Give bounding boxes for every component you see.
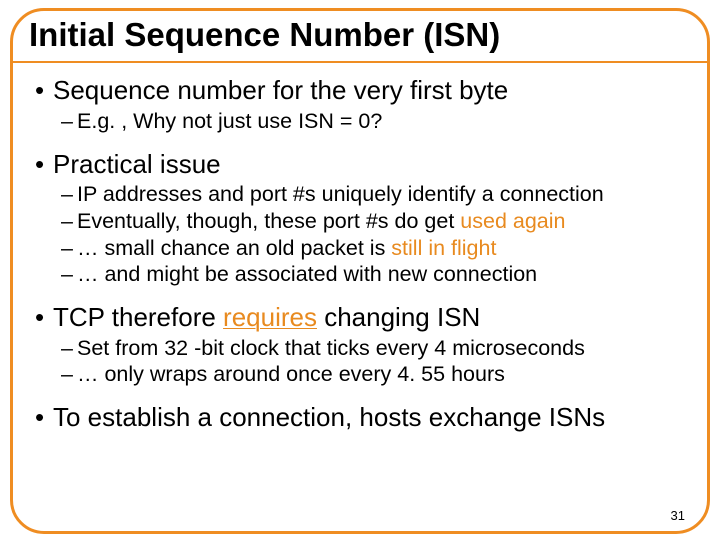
title-wrap: Initial Sequence Number (ISN) bbox=[13, 11, 707, 57]
bullet-list: • Sequence number for the very first byt… bbox=[35, 69, 687, 434]
bullet-text: Sequence number for the very first byte bbox=[53, 75, 508, 106]
bullet-item: • Sequence number for the very first byt… bbox=[35, 69, 687, 142]
sub-item: – … only wraps around once every 4. 55 h… bbox=[61, 361, 687, 388]
dash-icon: – bbox=[61, 208, 77, 235]
sub-text: … only wraps around once every 4. 55 hou… bbox=[77, 361, 505, 388]
sub-text: E.g. , Why not just use ISN = 0? bbox=[77, 108, 382, 135]
bullet-item: • TCP therefore requires changing ISN – … bbox=[35, 296, 687, 396]
sub-item: – IP addresses and port #s uniquely iden… bbox=[61, 181, 687, 208]
bullet-level-1: • Practical issue bbox=[35, 149, 687, 180]
dash-icon: – bbox=[61, 261, 77, 288]
text-highlight-underline: requires bbox=[223, 302, 317, 332]
bullet-icon: • bbox=[35, 302, 53, 333]
dash-icon: – bbox=[61, 181, 77, 208]
text-plain: TCP therefore bbox=[53, 302, 223, 332]
sub-list: – Set from 32 -bit clock that ticks ever… bbox=[35, 335, 687, 388]
sub-item: – Eventually, though, these port #s do g… bbox=[61, 208, 687, 235]
slide-frame: Initial Sequence Number (ISN) • Sequence… bbox=[10, 8, 710, 534]
slide-title: Initial Sequence Number (ISN) bbox=[29, 17, 693, 53]
sub-item: – E.g. , Why not just use ISN = 0? bbox=[61, 108, 687, 135]
text-plain: … small chance an old packet is bbox=[77, 236, 391, 260]
slide-body: • Sequence number for the very first byt… bbox=[13, 65, 707, 438]
sub-text: Eventually, though, these port #s do get… bbox=[77, 208, 565, 235]
bullet-level-1: • Sequence number for the very first byt… bbox=[35, 75, 687, 106]
bullet-item: • Practical issue – IP addresses and por… bbox=[35, 143, 687, 296]
bullet-icon: • bbox=[35, 402, 53, 433]
dash-icon: – bbox=[61, 235, 77, 262]
sub-item: – … small chance an old packet is still … bbox=[61, 235, 687, 262]
sub-text: … small chance an old packet is still in… bbox=[77, 235, 496, 262]
sub-text: … and might be associated with new conne… bbox=[77, 261, 537, 288]
bullet-text: TCP therefore requires changing ISN bbox=[53, 302, 480, 333]
page-number: 31 bbox=[671, 508, 685, 523]
bullet-icon: • bbox=[35, 75, 53, 106]
sub-item: – … and might be associated with new con… bbox=[61, 261, 687, 288]
dash-icon: – bbox=[61, 108, 77, 135]
slide: Initial Sequence Number (ISN) • Sequence… bbox=[0, 0, 720, 540]
dash-icon: – bbox=[61, 335, 77, 362]
text-highlight: used again bbox=[460, 209, 565, 233]
sub-text: Set from 32 -bit clock that ticks every … bbox=[77, 335, 585, 362]
bullet-text: Practical issue bbox=[53, 149, 221, 180]
text-highlight: still in flight bbox=[391, 236, 496, 260]
bullet-item: • To establish a connection, hosts excha… bbox=[35, 396, 687, 435]
text-plain: changing ISN bbox=[317, 302, 480, 332]
sub-text: IP addresses and port #s uniquely identi… bbox=[77, 181, 604, 208]
sub-list: – IP addresses and port #s uniquely iden… bbox=[35, 181, 687, 288]
bullet-text: To establish a connection, hosts exchang… bbox=[53, 402, 605, 433]
sub-list: – E.g. , Why not just use ISN = 0? bbox=[35, 108, 687, 135]
divider-line bbox=[13, 61, 707, 63]
sub-item: – Set from 32 -bit clock that ticks ever… bbox=[61, 335, 687, 362]
text-plain: Eventually, though, these port #s do get bbox=[77, 209, 460, 233]
bullet-level-1: • To establish a connection, hosts excha… bbox=[35, 402, 687, 433]
bullet-icon: • bbox=[35, 149, 53, 180]
bullet-level-1: • TCP therefore requires changing ISN bbox=[35, 302, 687, 333]
dash-icon: – bbox=[61, 361, 77, 388]
